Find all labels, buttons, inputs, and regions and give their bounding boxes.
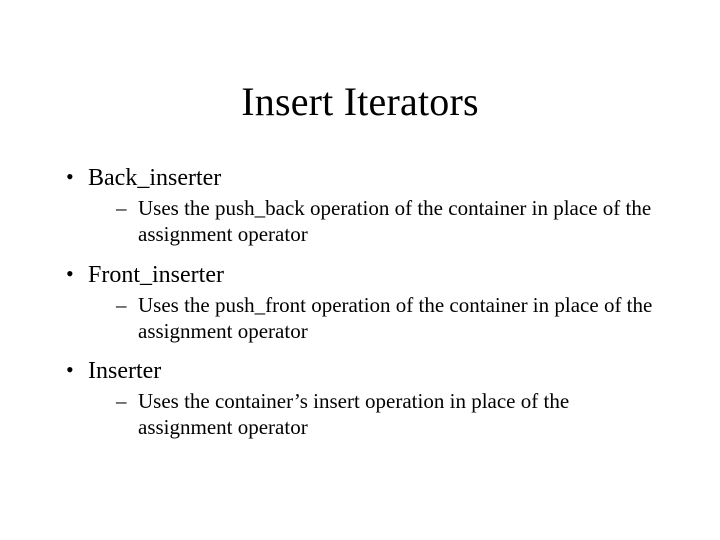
bullet-item: Front_inserter Uses the push_front opera… [60, 260, 660, 345]
sub-bullet-list: Uses the push_back operation of the cont… [88, 195, 660, 248]
bullet-label: Back_inserter [88, 165, 221, 191]
bullet-label: Inserter [88, 358, 161, 384]
bullet-item: Inserter Uses the container’s insert ope… [60, 356, 660, 441]
sub-bullet-list: Uses the container’s insert operation in… [88, 388, 660, 441]
sub-bullet-item: Uses the push_front operation of the con… [88, 292, 660, 345]
bullet-label: Front_inserter [88, 262, 224, 288]
bullet-item: Back_inserter Uses the push_back operati… [60, 163, 660, 248]
sub-bullet-list: Uses the push_front operation of the con… [88, 292, 660, 345]
sub-bullet-item: Uses the push_back operation of the cont… [88, 195, 660, 248]
sub-bullet-item: Uses the container’s insert operation in… [88, 388, 660, 441]
bullet-list: Back_inserter Uses the push_back operati… [60, 163, 660, 441]
slide-content: Back_inserter Uses the push_back operati… [0, 163, 720, 441]
slide: Insert Iterators Back_inserter Uses the … [0, 78, 720, 540]
slide-title: Insert Iterators [0, 78, 720, 125]
